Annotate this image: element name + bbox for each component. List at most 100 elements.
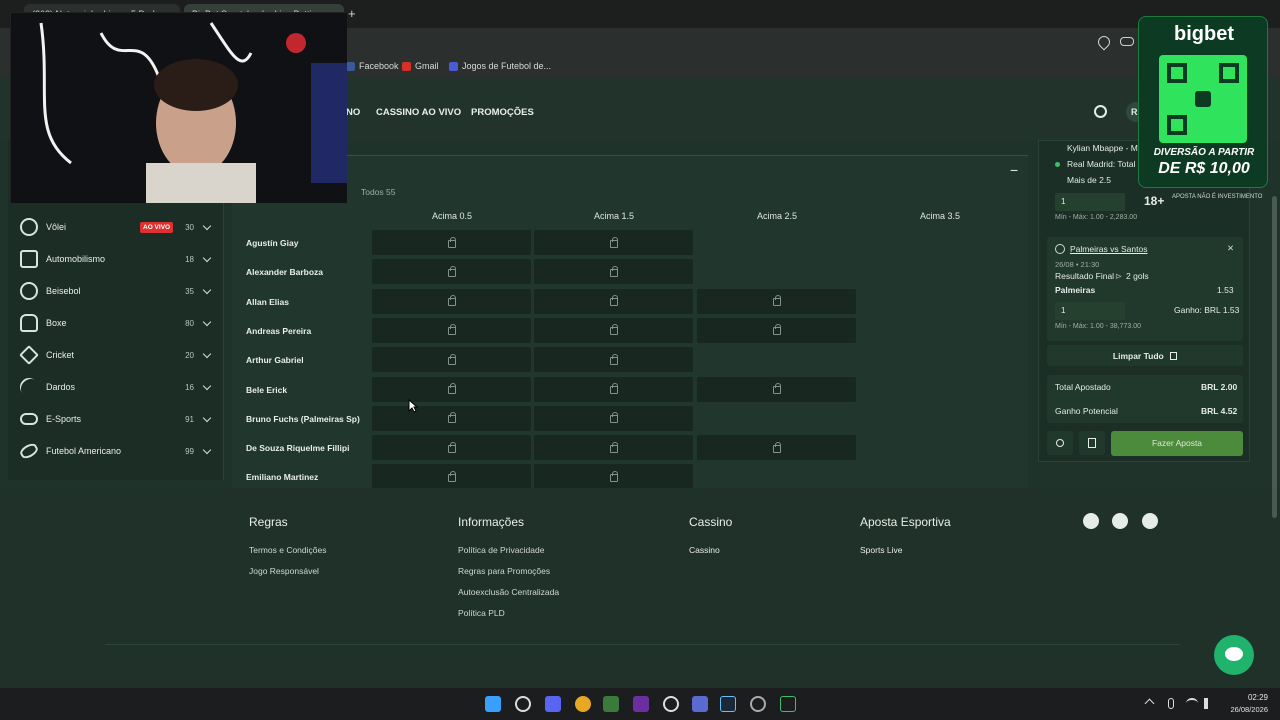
wifi-icon[interactable] — [1186, 698, 1198, 709]
column-header: Acima 1.5 — [593, 211, 635, 221]
minecraft-icon[interactable] — [603, 696, 619, 712]
microphone-icon[interactable] — [1168, 698, 1174, 709]
player-name: Andreas Pereira — [246, 325, 312, 336]
bookmark-gmail[interactable]: Gmail — [402, 61, 439, 71]
odds-cell-locked[interactable] — [372, 230, 531, 255]
odds-cell-locked[interactable] — [697, 317, 856, 343]
footer-link[interactable]: Regras para Promoções — [458, 566, 550, 576]
discord-icon[interactable] — [545, 696, 561, 712]
clock-date[interactable]: 26/08/2026 — [1222, 705, 1268, 714]
odds-cell-locked[interactable] — [372, 317, 531, 343]
odds-cell-locked[interactable] — [534, 464, 693, 490]
odds-cell-locked[interactable] — [372, 435, 531, 461]
odds-cell-locked[interactable] — [372, 464, 531, 490]
chevron-up-icon[interactable] — [1144, 698, 1155, 709]
volume-icon[interactable] — [1204, 698, 1214, 709]
sidebar-item-automobilismo[interactable]: Automobilismo 18 — [20, 245, 212, 273]
close-icon[interactable]: ✕ — [1227, 243, 1234, 254]
footer-link[interactable]: Jogo Responsável — [249, 566, 319, 576]
terminal-icon[interactable] — [780, 696, 796, 712]
telegram-icon[interactable] — [1112, 513, 1128, 529]
bet2-stake-input[interactable]: 1 — [1055, 302, 1125, 320]
summary-box: Total Apostado BRL 2.00 Ganho Potencial … — [1047, 375, 1243, 423]
search-icon[interactable] — [515, 696, 531, 712]
odds-cell-locked[interactable] — [534, 405, 693, 431]
lock-icon — [609, 470, 618, 482]
odds-cell-locked[interactable] — [372, 288, 531, 314]
filter-all[interactable]: Todos 55 — [361, 187, 396, 197]
nav-cassino[interactable]: NO — [346, 107, 360, 118]
bet2-title[interactable]: Palmeiras vs Santos — [1070, 244, 1147, 254]
odds-cell-locked[interactable] — [372, 405, 531, 431]
sidebar-item-futebol-americano[interactable]: Futebol Americano 99 — [18, 437, 212, 465]
share-button[interactable] — [1047, 431, 1073, 455]
sport-count: 80 — [185, 318, 194, 328]
location-icon[interactable] — [1095, 33, 1113, 51]
bookmark-button[interactable] — [1079, 431, 1105, 455]
lock-icon — [447, 353, 456, 365]
clock-time[interactable]: 02:29 — [1232, 693, 1268, 702]
qr-code — [1159, 55, 1247, 143]
sidebar-item-esports[interactable]: E-Sports 91 — [20, 405, 212, 433]
chrome-icon[interactable] — [575, 696, 591, 712]
place-bet-button[interactable]: Fazer Aposta — [1111, 431, 1243, 456]
footer-link[interactable]: Política PLD — [458, 608, 505, 618]
footer-heading: Aposta Esportiva — [860, 515, 951, 529]
key-icon[interactable] — [1120, 37, 1134, 46]
odds-cell-locked[interactable] — [534, 435, 693, 461]
nav-cassino-ao-vivo[interactable]: CASSINO AO VIVO — [376, 107, 461, 118]
sport-name: Vôlei — [46, 222, 67, 232]
app-icon[interactable] — [692, 696, 708, 712]
facebook-icon[interactable] — [1083, 513, 1099, 529]
odds-cell-locked[interactable] — [372, 347, 531, 373]
odds-cell-locked[interactable] — [534, 288, 693, 314]
odds-cell-locked[interactable] — [697, 288, 856, 314]
bet1-stake-input[interactable]: 1 — [1055, 193, 1125, 211]
odds-cell-locked[interactable] — [697, 376, 856, 402]
chevron-down-icon[interactable] — [202, 221, 212, 230]
odds-cell-locked[interactable] — [534, 259, 693, 285]
footer-link[interactable]: Autoexclusão Centralizada — [458, 587, 559, 597]
bookmark-facebook[interactable]: Facebook — [346, 61, 399, 71]
player-name: Bele Erick — [246, 384, 288, 395]
footer-link[interactable]: Sports Live — [860, 545, 903, 555]
clear-all-button[interactable]: Limpar Tudo — [1047, 345, 1243, 366]
collapse-button[interactable]: − — [1010, 162, 1018, 178]
odds-cell-locked[interactable] — [534, 230, 693, 255]
odds-cell-locked[interactable] — [534, 317, 693, 343]
chevron-down-icon[interactable] — [202, 285, 212, 294]
footer-link[interactable]: Política de Privacidade — [458, 545, 544, 555]
instagram-icon[interactable] — [1142, 513, 1158, 529]
chevron-down-icon[interactable] — [202, 253, 212, 262]
chevron-down-icon[interactable] — [202, 445, 212, 454]
odds-cell-locked[interactable] — [372, 259, 531, 285]
sidebar-item-boxe[interactable]: Boxe 80 — [20, 309, 212, 337]
odds-cell-locked[interactable] — [372, 376, 531, 402]
chevron-down-icon[interactable] — [202, 413, 212, 422]
chevron-down-icon[interactable] — [202, 381, 212, 390]
odds-cell-locked[interactable] — [534, 376, 693, 402]
page-scrollbar[interactable] — [1272, 196, 1277, 518]
support-icon[interactable] — [1094, 105, 1107, 118]
bookmark-jogos[interactable]: Jogos de Futebol de... — [449, 61, 551, 71]
epic-icon[interactable] — [663, 696, 679, 712]
settings-icon[interactable] — [750, 696, 766, 712]
windows-start-icon[interactable] — [485, 696, 501, 712]
nav-promocoes[interactable]: PROMOÇÕES — [471, 107, 534, 118]
odds-cell-locked[interactable] — [697, 435, 856, 461]
chevron-down-icon[interactable] — [202, 349, 212, 358]
sidebar-item-dardos[interactable]: Dardos 16 — [16, 373, 212, 401]
sidebar-item-cricket[interactable]: Cricket 20 — [19, 341, 212, 369]
steam-icon[interactable] — [720, 696, 736, 712]
chat-button[interactable] — [1214, 635, 1254, 675]
bet2-datetime: 26/08 • 21:30 — [1055, 260, 1100, 269]
sidebar-item-volei[interactable]: Vôlei AO VIVO 30 — [20, 213, 212, 241]
sidebar-item-beisebol[interactable]: Beisebol 35 — [20, 277, 212, 305]
footer-link[interactable]: Termos e Condições — [249, 545, 326, 555]
nzxt-icon[interactable] — [633, 696, 649, 712]
chevron-down-icon[interactable] — [202, 317, 212, 326]
footer-link[interactable]: Cassino — [689, 545, 720, 555]
odds-cell-locked[interactable] — [534, 347, 693, 373]
new-tab-button[interactable]: + — [348, 6, 356, 21]
chat-icon — [1225, 647, 1243, 661]
